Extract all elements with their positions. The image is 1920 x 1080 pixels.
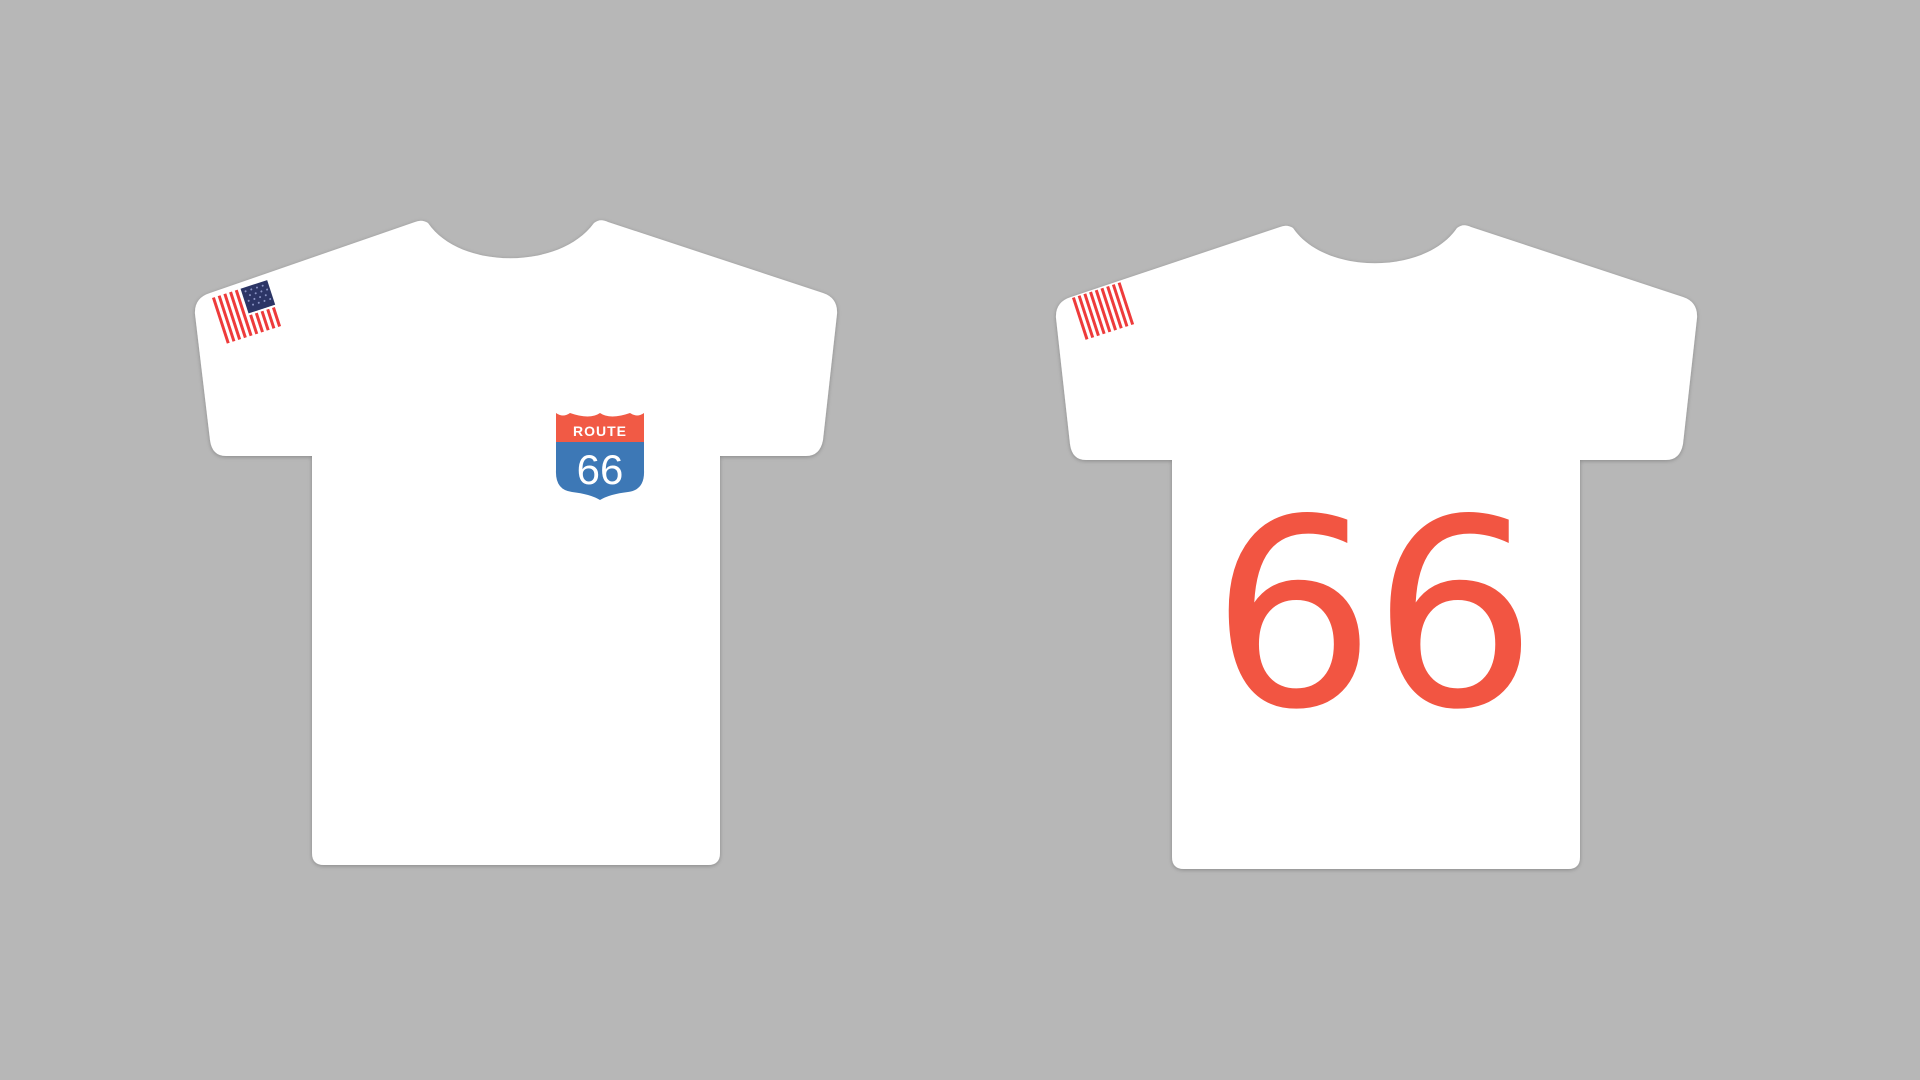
front-shirt: ROUTE 66 (194, 220, 838, 865)
front-shirt-body (194, 220, 838, 865)
back-number: 66 (1211, 465, 1534, 767)
badge-number: 66 (577, 446, 624, 493)
badge-top-text: ROUTE (573, 423, 627, 439)
route-66-shield-icon: ROUTE 66 (555, 413, 645, 500)
mockup-canvas: ROUTE 66 66 (0, 0, 1920, 1080)
shirt-mockups: ROUTE 66 66 (194, 220, 1698, 869)
back-shirt: 66 (1055, 225, 1698, 869)
